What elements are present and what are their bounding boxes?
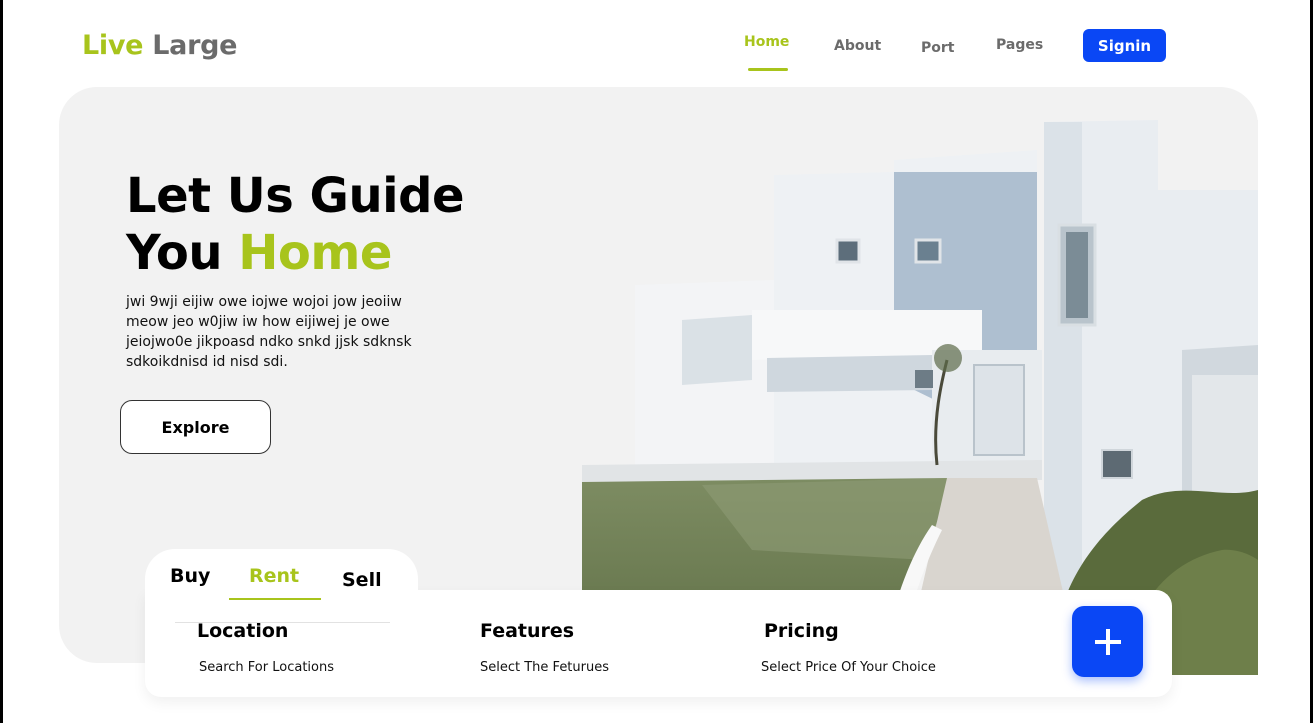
nav-port[interactable]: Port xyxy=(921,40,954,56)
brand-logo[interactable]: Live Large xyxy=(82,30,237,61)
plus-icon xyxy=(1094,628,1121,655)
tab-rent[interactable]: Rent xyxy=(249,565,299,587)
headline-word-home: Home xyxy=(238,225,392,281)
hero-headline: Let Us Guide You Home xyxy=(126,168,465,282)
hero-description: jwi 9wji eijiw owe iojwe wojoi jow jeoii… xyxy=(126,294,412,370)
signin-button[interactable]: Signin xyxy=(1083,29,1166,62)
explore-button[interactable]: Explore xyxy=(120,400,271,454)
features-title[interactable]: Features xyxy=(480,620,574,642)
location-title[interactable]: Location xyxy=(197,620,288,642)
features-subtitle[interactable]: Select The Feturues xyxy=(480,660,609,675)
nav-home-underline xyxy=(748,68,788,71)
nav-home[interactable]: Home xyxy=(744,34,789,50)
nav-about[interactable]: About xyxy=(834,38,881,54)
pricing-title[interactable]: Pricing xyxy=(764,620,839,642)
headline-line-1: Let Us Guide xyxy=(126,168,465,224)
add-search-button[interactable] xyxy=(1072,606,1143,677)
active-tab-underline xyxy=(229,598,321,600)
left-border xyxy=(0,0,3,723)
logo-part-live: Live xyxy=(82,30,144,61)
tab-sell[interactable]: Sell xyxy=(342,569,382,591)
location-subtitle[interactable]: Search For Locations xyxy=(199,660,334,675)
nav-pages[interactable]: Pages xyxy=(996,37,1043,53)
pricing-subtitle[interactable]: Select Price Of Your Choice xyxy=(761,660,936,675)
headline-word-you: You xyxy=(126,225,223,281)
logo-part-large: Large xyxy=(152,30,238,61)
tab-buy[interactable]: Buy xyxy=(170,565,210,587)
